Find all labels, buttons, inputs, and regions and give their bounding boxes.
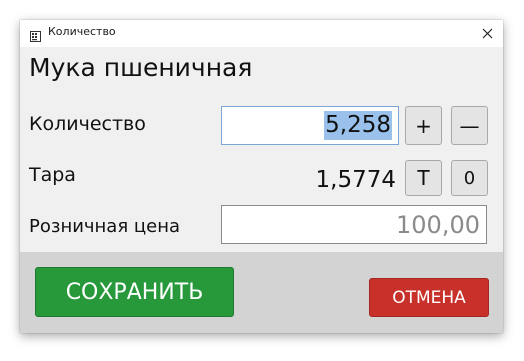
product-name: Мука пшеничная (29, 53, 253, 82)
calculator-icon (30, 27, 41, 42)
price-label: Розничная цена (29, 216, 181, 237)
tare-label: Тара (29, 164, 76, 186)
close-button[interactable] (471, 20, 503, 47)
cancel-button[interactable]: ОТМЕНА (369, 278, 489, 317)
price-input[interactable]: 100,00 (221, 205, 487, 244)
tare-set-button[interactable]: Т (405, 160, 442, 196)
quantity-value: 5,258 (324, 111, 392, 140)
tare-zero-button[interactable]: 0 (451, 160, 488, 196)
close-icon (482, 28, 492, 39)
tare-value: 1,5774 (315, 167, 396, 193)
decrement-button[interactable]: — (451, 106, 488, 145)
title-bar[interactable]: Количество (20, 20, 503, 47)
quantity-dialog: Количество Мука пшеничная Количество 5,2… (20, 20, 503, 333)
quantity-input[interactable]: 5,258 (221, 106, 399, 145)
dialog-footer: СОХРАНИТЬ ОТМЕНА (20, 252, 503, 333)
window-title: Количество (48, 25, 116, 38)
save-button[interactable]: СОХРАНИТЬ (35, 267, 234, 317)
quantity-label: Количество (29, 113, 146, 135)
increment-button[interactable]: + (405, 106, 442, 145)
price-value: 100,00 (396, 210, 480, 239)
